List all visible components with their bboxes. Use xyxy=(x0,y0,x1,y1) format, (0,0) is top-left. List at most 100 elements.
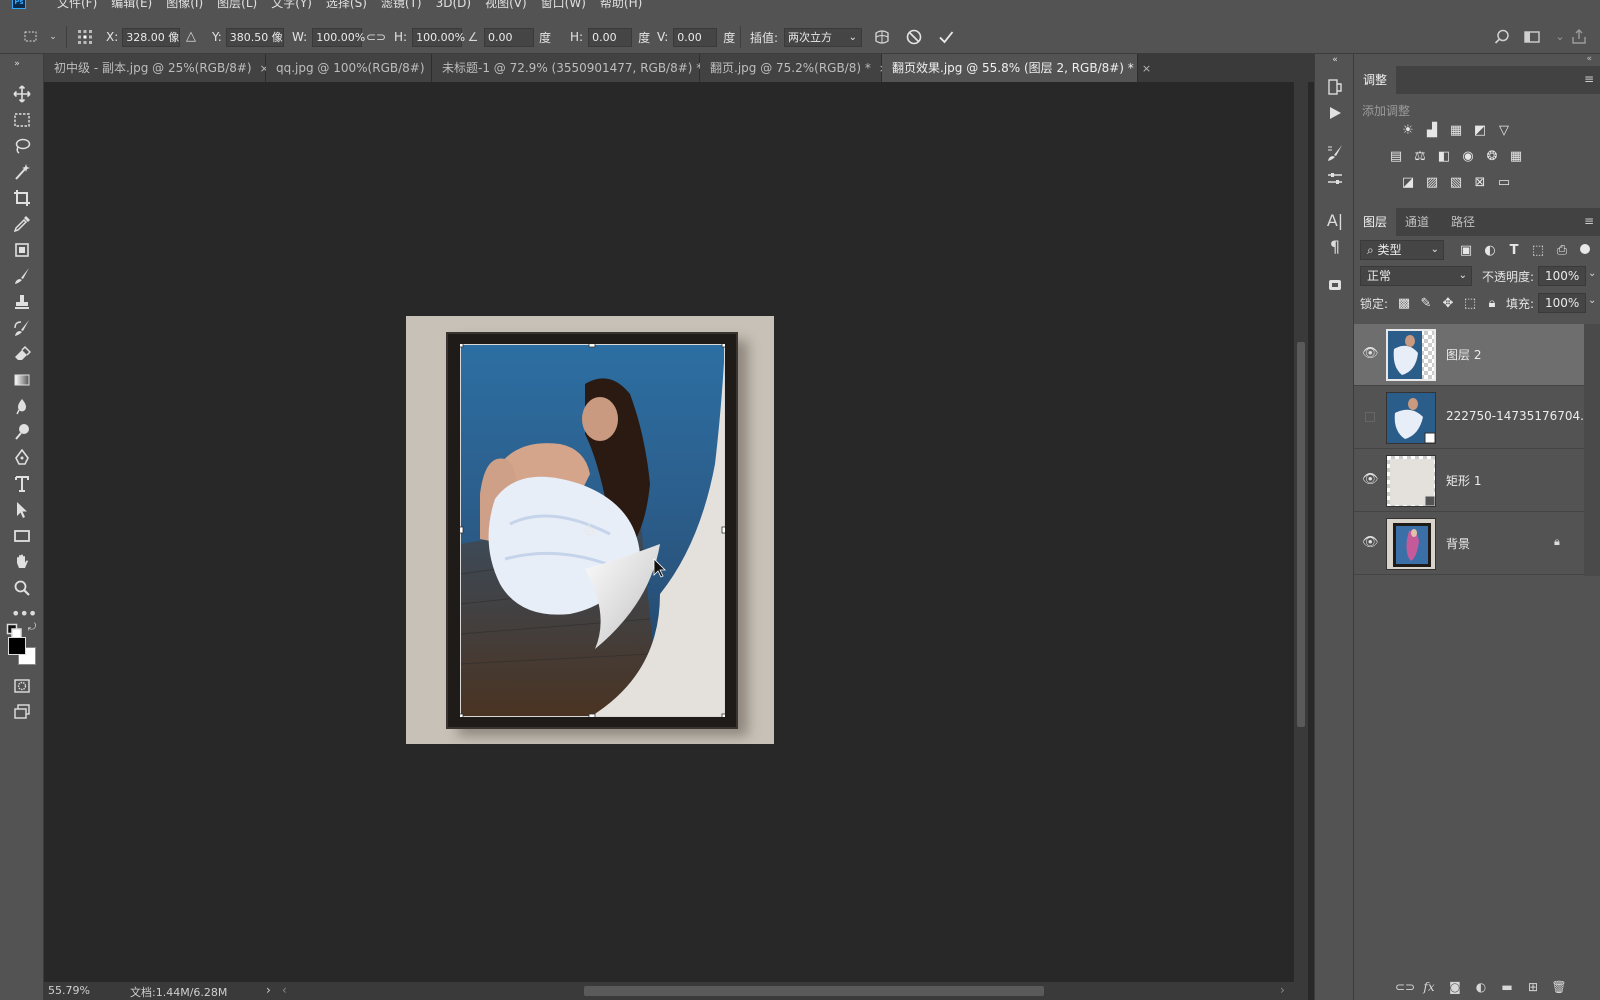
filter-smart-object-icon[interactable]: ⎙ xyxy=(1554,244,1570,258)
layer-row[interactable]: 222750-14735176704... xyxy=(1354,387,1592,449)
interpolation-select[interactable]: 两次立方 ⌄ xyxy=(784,27,863,47)
eyedropper-tool-icon[interactable] xyxy=(11,213,33,235)
delete-layer-icon[interactable]: 🗑︎ xyxy=(1551,979,1567,995)
scroll-right-icon[interactable]: › xyxy=(1280,983,1285,997)
scroll-left-icon[interactable]: ‹ xyxy=(282,983,287,997)
vskew-input[interactable]: 0.00 xyxy=(673,27,718,47)
history-panel-icon[interactable] xyxy=(1324,78,1346,100)
tab-document-1[interactable]: 初中级 - 副本.jpg @ 25%(RGB/8#) × xyxy=(44,54,269,82)
new-layer-icon[interactable]: ⊞ xyxy=(1525,979,1541,995)
visibility-toggle-empty[interactable] xyxy=(1365,412,1375,422)
menu-3d[interactable]: 3D(D) xyxy=(429,0,478,10)
layer-style-icon[interactable]: fx xyxy=(1421,979,1437,995)
document-image[interactable] xyxy=(406,316,774,744)
channel-mixer-icon[interactable]: ❂ xyxy=(1484,150,1500,164)
menu-file[interactable]: 文件(F) xyxy=(50,0,104,10)
zoom-level[interactable]: 55.79% xyxy=(48,984,90,997)
chevron-down-icon[interactable]: ⌄ xyxy=(1588,268,1596,279)
menu-type[interactable]: 文字(Y) xyxy=(264,0,319,10)
width-input[interactable]: 100.00% xyxy=(312,27,365,47)
relative-position-icon[interactable]: △ xyxy=(182,28,200,46)
link-layers-icon[interactable]: ⊂⊃ xyxy=(1395,979,1415,995)
warp-mode-icon[interactable] xyxy=(873,28,891,46)
search-icon[interactable] xyxy=(1493,28,1511,46)
pen-tool-icon[interactable] xyxy=(11,447,33,469)
menu-help[interactable]: 帮助(H) xyxy=(593,0,649,10)
zoom-tool-icon[interactable] xyxy=(11,577,33,599)
photo-filter-icon[interactable]: ◉ xyxy=(1460,150,1476,164)
tab-paths[interactable]: 路径 xyxy=(1442,208,1484,236)
lock-image-icon[interactable]: ✎ xyxy=(1418,297,1434,311)
black-white-icon[interactable]: ◧ xyxy=(1436,150,1452,164)
close-icon[interactable]: × xyxy=(1142,62,1151,75)
brushes-panel-icon[interactable] xyxy=(1324,144,1346,166)
height-input[interactable]: 100.00% xyxy=(412,27,465,47)
hand-tool-icon[interactable] xyxy=(11,551,33,573)
stamp-tool-icon[interactable] xyxy=(11,291,33,313)
layer-filter-select[interactable]: ⌕ 类型 ⌄ xyxy=(1360,240,1444,260)
blur-tool-icon[interactable] xyxy=(11,395,33,417)
posterize-icon[interactable]: ▨ xyxy=(1424,176,1440,190)
vibrance-icon[interactable]: ▽ xyxy=(1496,124,1512,138)
collapse-arrows-icon[interactable]: » xyxy=(6,58,28,70)
tab-adjustments[interactable]: 调整 xyxy=(1354,66,1397,94)
move-tool-icon[interactable] xyxy=(11,83,33,105)
gradient-tool-icon[interactable] xyxy=(11,369,33,391)
rectangle-tool-icon[interactable] xyxy=(11,525,33,547)
visibility-eye-icon[interactable]: 👁︎ xyxy=(1362,346,1379,362)
panel-menu-icon[interactable]: ≡ xyxy=(1584,72,1594,86)
lock-all-icon[interactable]: 🔒︎ xyxy=(1484,297,1500,311)
layer-row[interactable]: 👁︎ 矩形 1 xyxy=(1354,450,1584,512)
chevron-down-icon[interactable]: ⌄ xyxy=(44,28,62,46)
foreground-color-swatch[interactable] xyxy=(8,637,26,655)
filter-type-icon[interactable]: T xyxy=(1506,244,1522,258)
color-lookup-icon[interactable]: ▦ xyxy=(1508,150,1524,164)
workspace-icon[interactable] xyxy=(1523,28,1541,46)
magic-wand-tool-icon[interactable] xyxy=(11,161,33,183)
filter-pixel-icon[interactable]: ▣ xyxy=(1458,244,1474,258)
tab-document-3[interactable]: 未标题-1 @ 72.9% (3550901477, RGB/8#) *× xyxy=(432,54,720,82)
menu-window[interactable]: 窗口(W) xyxy=(534,0,593,10)
dodge-tool-icon[interactable] xyxy=(11,421,33,443)
vertical-scrollbar[interactable] xyxy=(1294,82,1308,982)
quick-mask-icon[interactable] xyxy=(11,675,33,697)
paragraph-panel-icon[interactable]: ¶ xyxy=(1324,236,1346,258)
brush-settings-icon[interactable] xyxy=(1324,170,1346,192)
tab-layers[interactable]: 图层 xyxy=(1354,208,1397,236)
path-selection-tool-icon[interactable] xyxy=(11,499,33,521)
layer-row[interactable]: 👁︎ 背景 🔒︎ xyxy=(1354,513,1584,575)
invert-icon[interactable]: ◪ xyxy=(1400,176,1416,190)
link-icon[interactable]: ⊂⊃ xyxy=(366,28,386,46)
collapse-arrows-icon[interactable]: « xyxy=(1354,54,1600,66)
transform-tool-icon[interactable] xyxy=(22,28,40,46)
cancel-transform-icon[interactable] xyxy=(905,28,923,46)
play-actions-icon[interactable] xyxy=(1324,104,1346,126)
panel-menu-icon[interactable]: ≡ xyxy=(1584,214,1594,228)
exposure-icon[interactable]: ◩ xyxy=(1472,124,1488,138)
levels-icon[interactable]: ▟ xyxy=(1424,124,1440,138)
x-position-input[interactable]: 328.00 像素 xyxy=(122,27,181,47)
color-balance-icon[interactable]: ⚖ xyxy=(1412,150,1428,164)
threshold-icon[interactable]: ▧ xyxy=(1448,176,1464,190)
blend-mode-select[interactable]: 正常 ⌄ xyxy=(1360,266,1472,286)
chevron-down-icon[interactable]: ⌄ xyxy=(1588,295,1596,306)
new-group-icon[interactable]: ▬ xyxy=(1499,979,1515,995)
tab-document-2[interactable]: qq.jpg @ 100%(RGB/8#)× xyxy=(266,54,442,82)
brightness-contrast-icon[interactable]: ☀ xyxy=(1400,124,1416,138)
lock-position-icon[interactable]: ✥ xyxy=(1440,297,1456,311)
menu-filter[interactable]: 滤镜(T) xyxy=(374,0,429,10)
curves-icon[interactable]: ▦ xyxy=(1448,124,1464,138)
3d-panel-icon[interactable] xyxy=(1324,276,1346,298)
type-tool-icon[interactable] xyxy=(11,473,33,495)
lock-artboard-icon[interactable]: ⬚ xyxy=(1462,297,1478,311)
menu-select[interactable]: 选择(S) xyxy=(319,0,374,10)
menu-layer[interactable]: 图层(L) xyxy=(210,0,264,10)
lock-transparent-icon[interactable]: ▩ xyxy=(1396,297,1412,311)
history-brush-tool-icon[interactable] xyxy=(11,317,33,339)
photo-layer[interactable] xyxy=(460,344,725,717)
menu-view[interactable]: 视图(V) xyxy=(478,0,534,10)
eraser-tool-icon[interactable] xyxy=(11,343,33,365)
tab-document-5[interactable]: 翻页效果.jpg @ 55.8% (图层 2, RGB/8#) * × xyxy=(882,54,1151,82)
tab-document-4[interactable]: 翻页.jpg @ 75.2%(RGB/8) *× xyxy=(700,54,888,82)
swap-colors-icon[interactable]: ⤾ xyxy=(25,621,39,635)
